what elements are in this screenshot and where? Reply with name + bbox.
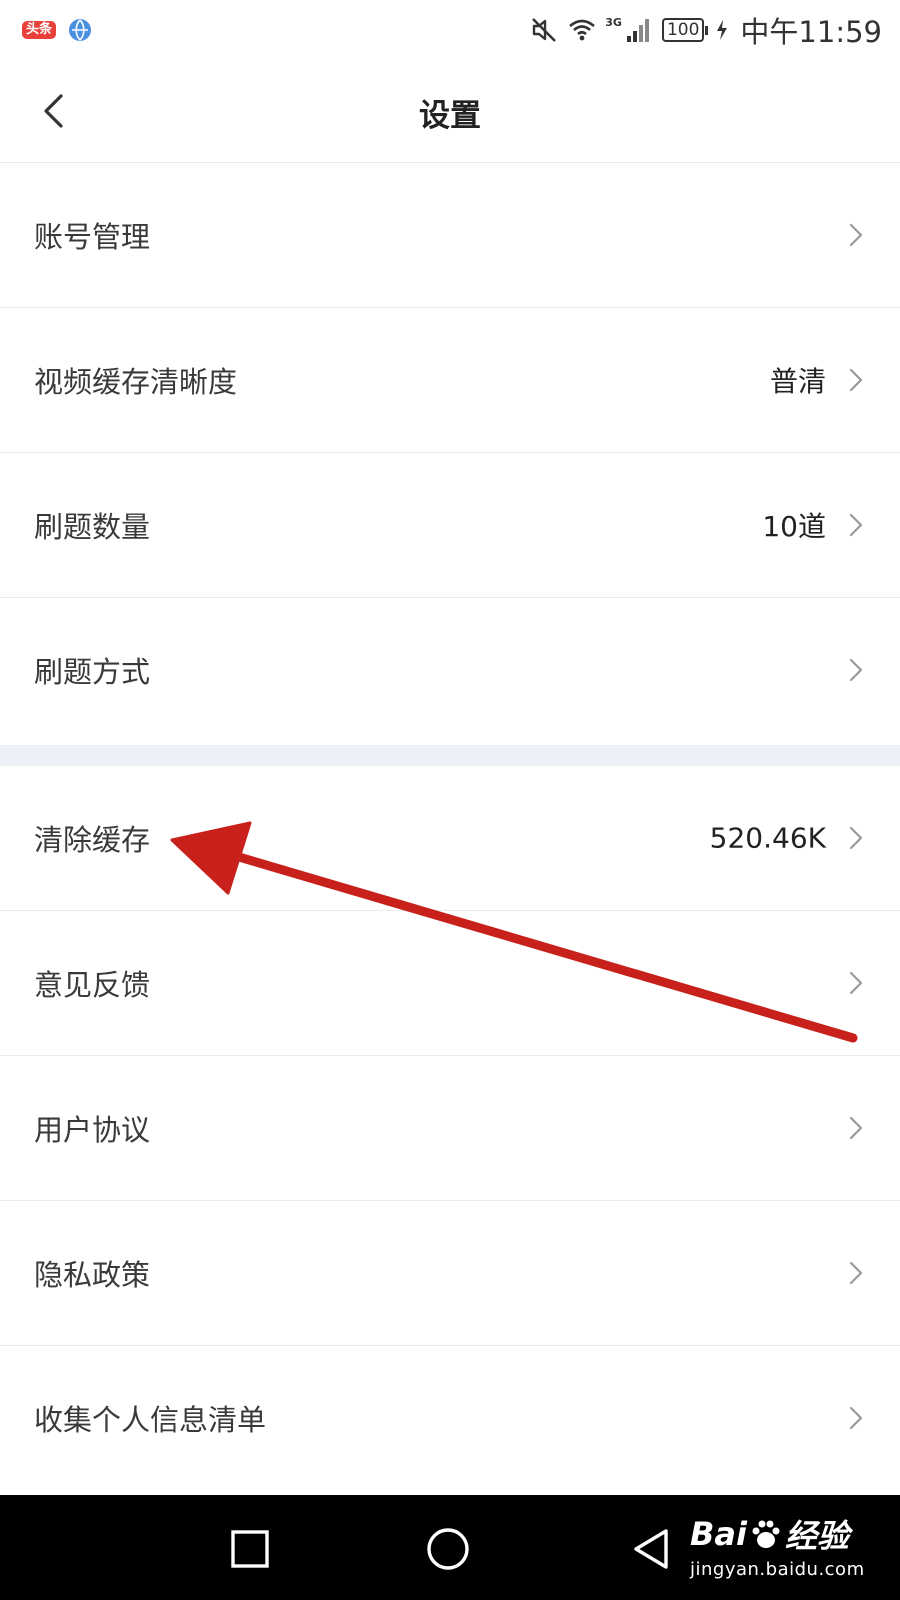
battery-tip <box>705 25 709 35</box>
row-label: 用户协议 <box>34 1113 151 1147</box>
status-right: 3G 100 中午11:59 <box>529 13 882 49</box>
navigation-bar: 设置 <box>0 60 900 163</box>
chevron-right-icon <box>849 1261 863 1285</box>
row-label: 视频缓存清晰度 <box>34 365 238 399</box>
chevron-right-icon <box>849 1406 863 1430</box>
settings-row-clear-cache[interactable]: 清除缓存 520.46K <box>0 766 900 911</box>
section-divider <box>0 745 900 766</box>
chevron-right-icon <box>849 971 863 995</box>
wifi-icon <box>569 19 596 41</box>
paw-logo-icon <box>752 1520 780 1548</box>
settings-row-privacy-policy[interactable]: 隐私政策 <box>0 1201 900 1346</box>
mute-icon <box>532 18 557 42</box>
chevron-right-icon <box>849 513 863 537</box>
cache-size-value: 520.46K <box>709 821 826 855</box>
page-title: 设置 <box>419 98 481 134</box>
row-value: 普清 <box>769 365 826 398</box>
settings-row-personal-info-list[interactable]: 收集个人信息清单 <box>0 1346 900 1490</box>
network-type-label: 3G <box>605 15 622 29</box>
battery-level: 100 <box>661 18 705 42</box>
settings-row-practice-mode[interactable]: 刷题方式 <box>0 598 900 742</box>
charging-icon <box>717 20 728 40</box>
chevron-right-icon <box>849 1116 863 1140</box>
clock: 中午11:59 <box>740 15 882 49</box>
row-label: 隐私政策 <box>34 1258 151 1292</box>
signal-icon <box>626 19 649 42</box>
status-left: 头条 <box>22 18 92 42</box>
row-label: 收集个人信息清单 <box>34 1403 267 1437</box>
row-label: 刷题数量 <box>34 510 151 544</box>
chevron-right-icon <box>849 658 863 682</box>
back-triangle-icon[interactable] <box>628 1525 676 1573</box>
chevron-right-icon <box>849 368 863 392</box>
chevron-right-icon <box>849 826 863 850</box>
row-value: 10道 <box>762 510 826 543</box>
baidu-jingyan-watermark: Bai 经验 jingyan.baidu.com <box>690 1511 890 1591</box>
row-label: 账号管理 <box>34 220 151 254</box>
row-label: 刷题方式 <box>34 655 151 689</box>
settings-row-user-agreement[interactable]: 用户协议 <box>0 1056 900 1201</box>
system-navigation-bar: Bai 经验 jingyan.baidu.com <box>0 1495 900 1600</box>
watermark-url: jingyan.baidu.com <box>690 1559 865 1580</box>
watermark-brand-left: Bai <box>690 1515 747 1553</box>
watermark-brand-right: 经验 <box>784 1517 849 1555</box>
toutiao-app-icon: 头条 <box>22 21 57 39</box>
settings-row-video-cache-quality[interactable]: 视频缓存清晰度 普清 <box>0 308 900 453</box>
battery-icon: 100 <box>661 18 709 42</box>
settings-row-account[interactable]: 账号管理 <box>0 163 900 308</box>
recent-apps-icon[interactable] <box>226 1525 274 1573</box>
chevron-right-icon <box>849 223 863 247</box>
status-bar: 头条 3G 100 中午11:59 <box>0 0 900 60</box>
settings-row-feedback[interactable]: 意见反馈 <box>0 911 900 1056</box>
settings-group-other: 清除缓存 520.46K 意见反馈 用户协议 隐私政策 收集个人信息清单 <box>0 766 900 1490</box>
row-label: 意见反馈 <box>34 968 151 1002</box>
browser-globe-icon <box>69 19 92 41</box>
settings-row-question-count[interactable]: 刷题数量 10道 <box>0 453 900 598</box>
watermark-brand: Bai 经验 <box>690 1511 890 1557</box>
row-label: 清除缓存 <box>34 823 151 857</box>
settings-group-general: 账号管理 视频缓存清晰度 普清 刷题数量 10道 刷题方式 <box>0 163 900 742</box>
home-icon[interactable] <box>424 1525 472 1573</box>
